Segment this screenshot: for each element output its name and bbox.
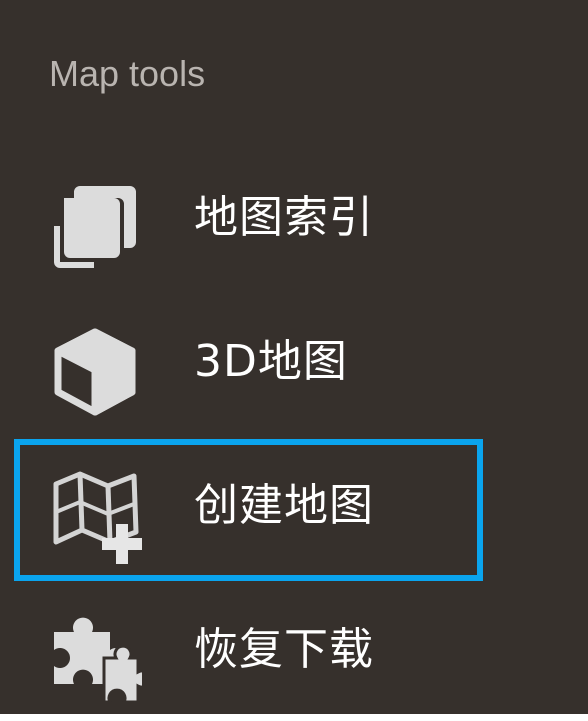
puzzle-icon xyxy=(50,614,152,704)
menu-item-3d-map[interactable]: 3D地图 xyxy=(0,292,588,432)
menu-item-map-index[interactable]: 地图索引 xyxy=(0,148,588,288)
map-add-icon xyxy=(50,470,142,564)
menu-item-label: 创建地图 xyxy=(194,480,374,531)
menu-item-create-map[interactable]: 创建地图 xyxy=(0,436,588,576)
cube-icon xyxy=(50,326,140,416)
menu-item-label: 地图索引 xyxy=(194,192,374,243)
section-title: Map tools xyxy=(49,53,206,94)
menu-item-label: 恢复下载 xyxy=(194,624,374,675)
map-tools-panel: Map tools 地图索引 3D地图 创建地图 恢复下载 xyxy=(0,0,588,714)
menu-item-resume-download[interactable]: 恢复下载 xyxy=(0,580,588,714)
menu-item-label: 3D地图 xyxy=(194,336,348,387)
layers-icon xyxy=(50,182,140,272)
